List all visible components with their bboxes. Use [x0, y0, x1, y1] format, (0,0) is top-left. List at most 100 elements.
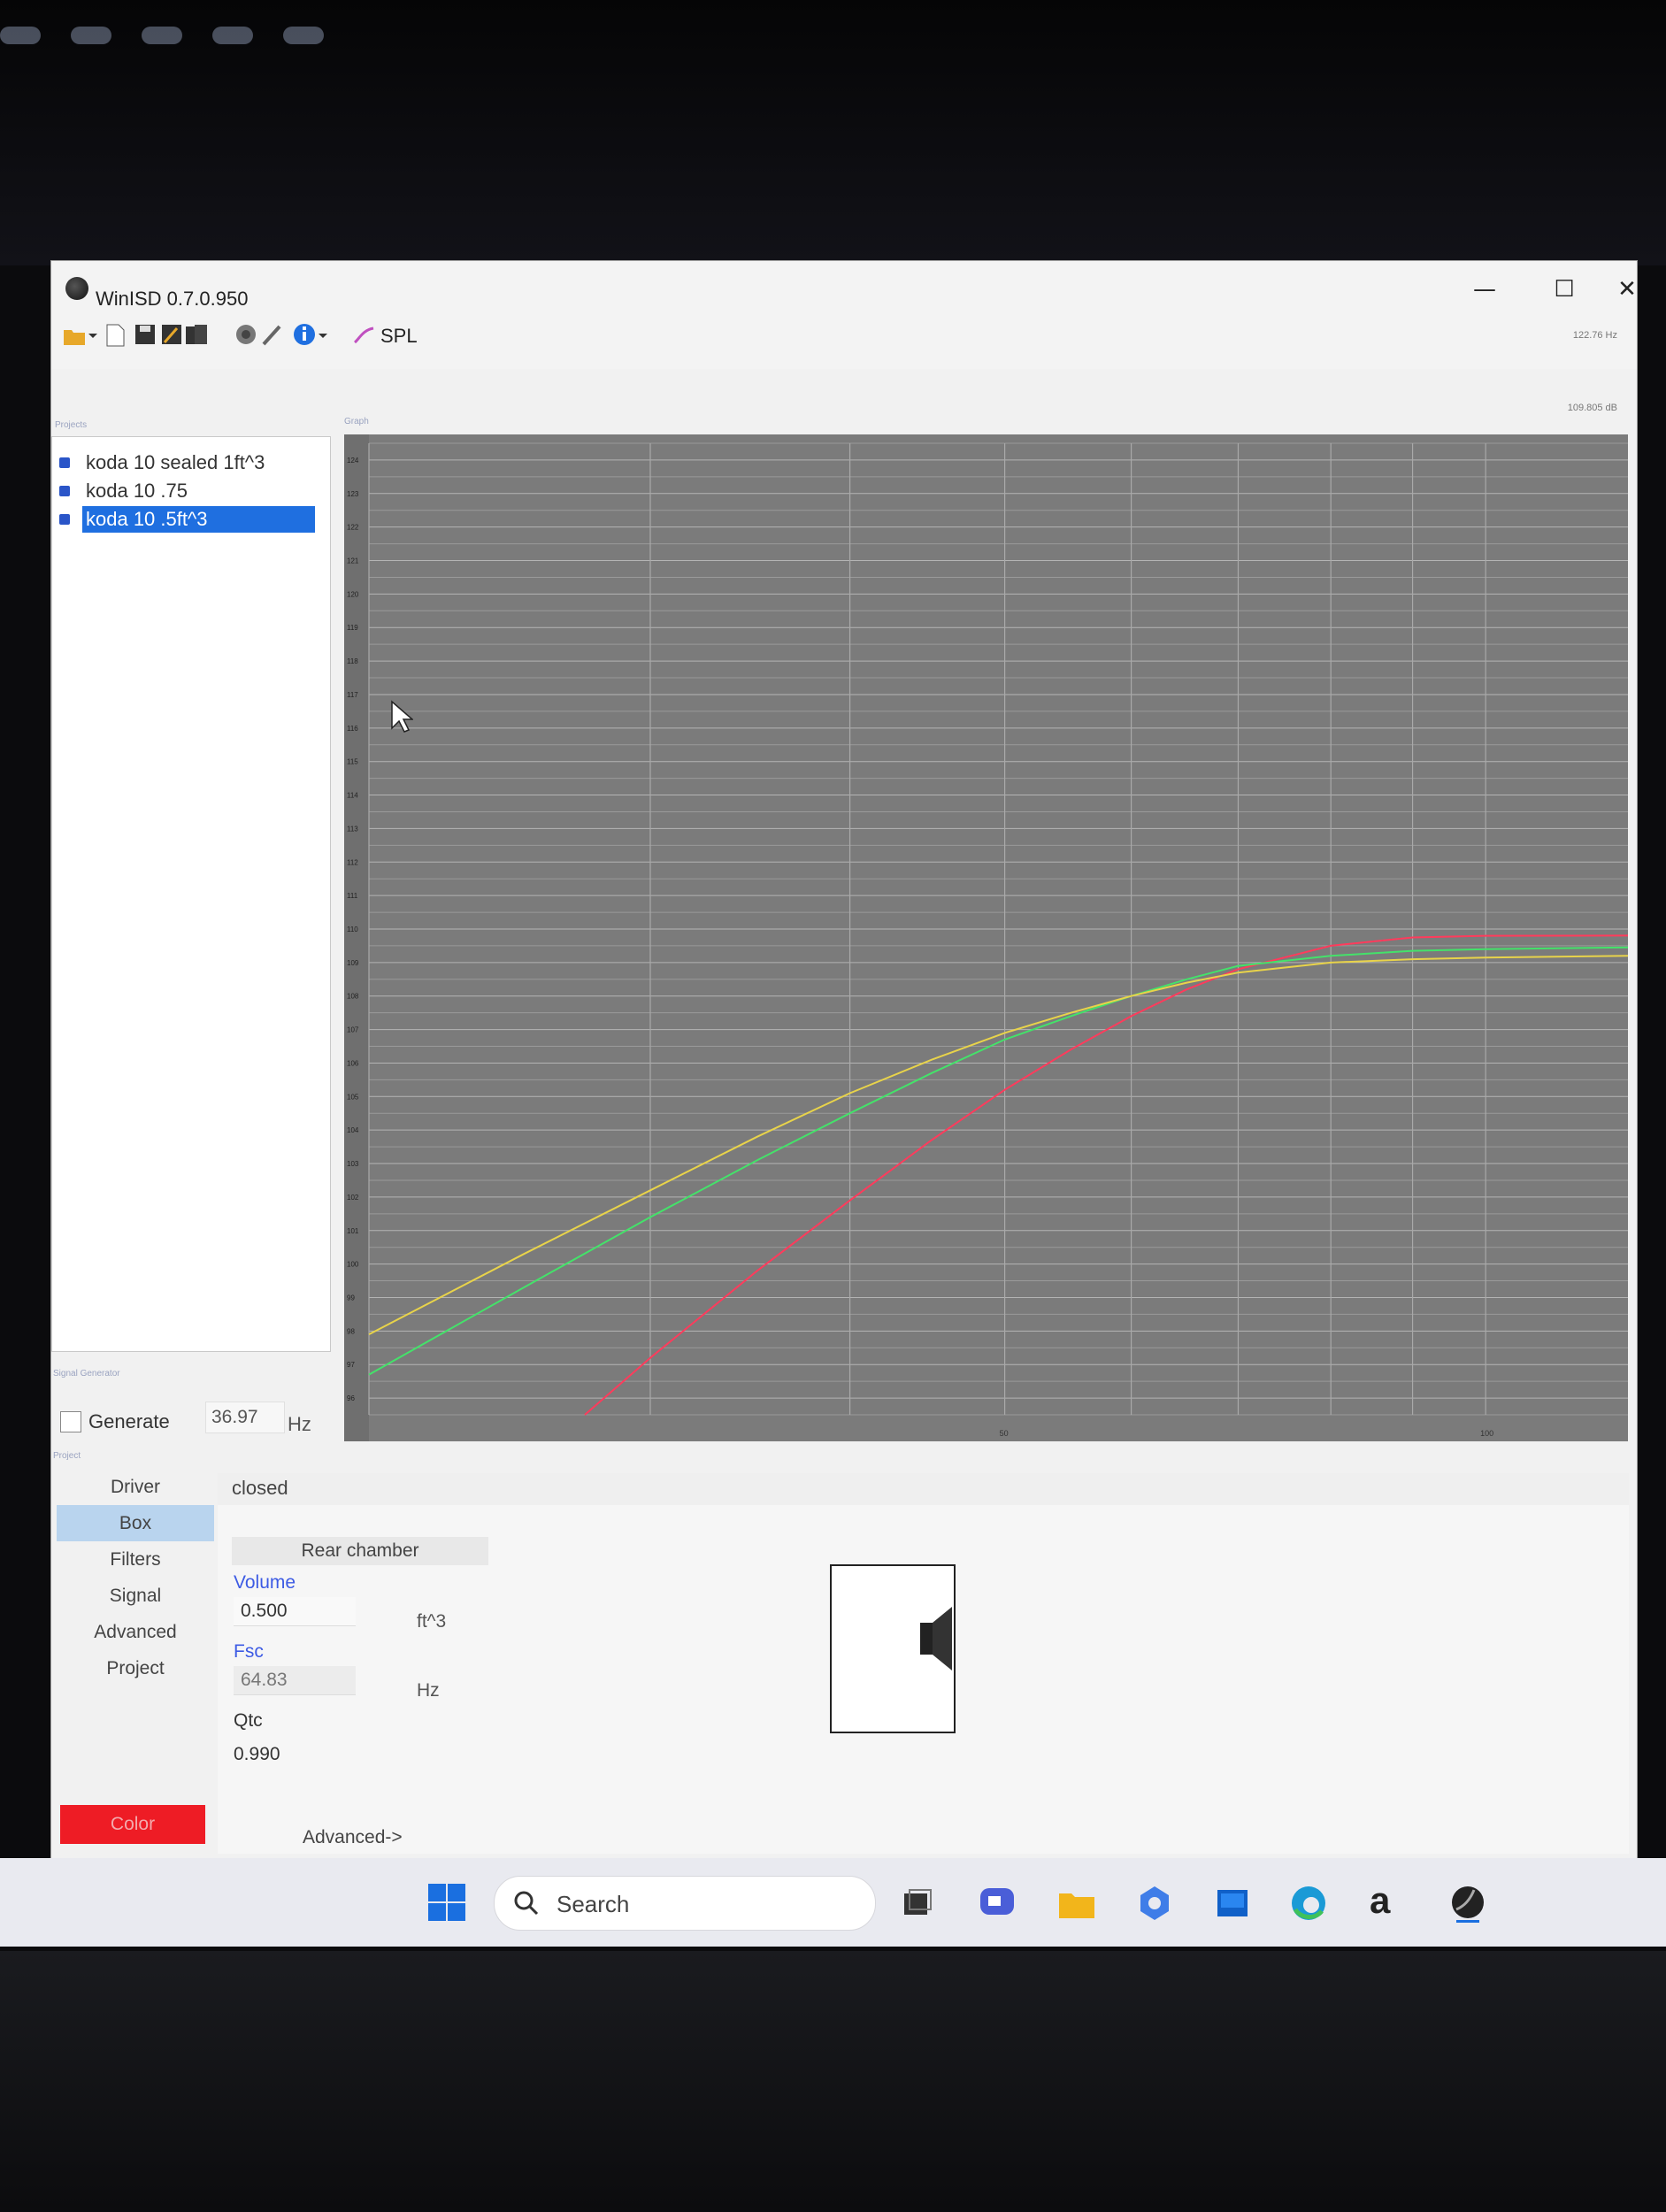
project-item[interactable]: koda 10 sealed 1ft^3 — [59, 449, 268, 476]
nav-project[interactable]: Project — [57, 1650, 214, 1686]
speaker-driver-icon — [920, 1607, 952, 1671]
windows-start-icon[interactable] — [426, 1882, 467, 1923]
box-panel: closed Rear chamber Volume 0.500 ft^3 Fs… — [218, 1473, 1629, 1854]
projects-list[interactable]: koda 10 sealed 1ft^3 koda 10 .75 koda 10… — [51, 436, 331, 1352]
project-checkbox[interactable] — [59, 486, 70, 496]
minimize-button[interactable]: — — [1458, 272, 1511, 307]
x-tick-label: 100 — [1480, 1429, 1493, 1438]
y-tick-label: 106 — [347, 1059, 359, 1067]
project-item[interactable]: koda 10 .75 — [59, 478, 191, 504]
y-tick-label: 115 — [347, 758, 358, 766]
graph-type-select[interactable]: SPL — [380, 325, 418, 348]
y-tick-label: 105 — [347, 1093, 359, 1101]
project-label: koda 10 .5ft^3 — [82, 506, 315, 533]
project-checkbox[interactable] — [59, 514, 70, 525]
save-as-icon[interactable] — [159, 321, 184, 348]
monitor-bezel — [0, 0, 1666, 265]
generate-checkbox[interactable] — [60, 1411, 81, 1432]
y-tick-label: 124 — [347, 457, 359, 465]
volume-unit: ft^3 — [417, 1611, 447, 1632]
graph-group-label: Graph — [344, 417, 369, 426]
volume-label: Volume — [234, 1572, 296, 1593]
advanced-link[interactable]: Advanced-> — [303, 1827, 403, 1848]
maximize-button[interactable]: ☐ — [1538, 272, 1591, 307]
save-icon[interactable] — [133, 321, 157, 348]
save-all-icon[interactable] — [184, 321, 209, 348]
y-tick-label: 119 — [347, 624, 358, 632]
spl-graph[interactable]: 96 97 98 99 100 101 102 103 104 105 106 107 108 109 11… — [344, 434, 1628, 1441]
y-tick-label: 122 — [347, 524, 359, 532]
box-type-select[interactable]: closed — [218, 1473, 1629, 1505]
y-axis-strip — [344, 434, 369, 1441]
generator-frequency-input[interactable]: 36.97 — [205, 1402, 285, 1433]
info-icon[interactable] — [292, 321, 317, 348]
rear-chamber-tab[interactable]: Rear chamber — [232, 1537, 488, 1565]
info-dropdown-icon[interactable] — [317, 321, 329, 348]
new-file-icon[interactable] — [103, 321, 127, 348]
blurred-taskbar-icons — [0, 27, 324, 44]
y-tick-label: 118 — [347, 657, 358, 665]
amazon-icon[interactable]: a — [1370, 1882, 1410, 1924]
box-diagram — [830, 1564, 956, 1733]
generate-row[interactable]: Generate — [60, 1402, 170, 1441]
windows-taskbar: Search a — [0, 1858, 1666, 1947]
generate-label: Generate — [88, 1410, 170, 1432]
y-tick-label: 99 — [347, 1294, 355, 1302]
y-tick-label: 100 — [347, 1261, 359, 1269]
title-bar: WinISD 0.7.0.950 — ☐ ✕ — [51, 261, 1637, 310]
y-tick-label: 111 — [347, 892, 358, 900]
open-folder-icon[interactable] — [62, 321, 87, 348]
close-button[interactable]: ✕ — [1617, 272, 1637, 307]
fsc-label: Fsc — [234, 1641, 264, 1662]
y-tick-label: 102 — [347, 1194, 359, 1202]
y-tick-label: 123 — [347, 490, 359, 498]
chat-icon[interactable] — [977, 1883, 1017, 1924]
winisd-window: WinISD 0.7.0.950 — ☐ ✕ SPL 122.76 Hz 109… — [50, 260, 1638, 1860]
task-view-icon[interactable] — [897, 1883, 938, 1924]
y-tick-label: 114 — [347, 792, 358, 800]
chart-background — [344, 434, 1628, 1441]
y-tick-label: 121 — [347, 557, 359, 565]
y-tick-label: 112 — [347, 858, 358, 866]
window-title: WinISD 0.7.0.950 — [96, 288, 249, 310]
nav-box[interactable]: Box — [57, 1505, 214, 1541]
project-checkbox[interactable] — [59, 457, 70, 468]
edge-icon[interactable] — [1288, 1883, 1329, 1924]
fsc-unit: Hz — [417, 1680, 440, 1701]
nav-driver[interactable]: Driver — [57, 1469, 214, 1505]
project-label: koda 10 .75 — [86, 480, 188, 502]
y-tick-label: 110 — [347, 926, 358, 933]
y-tick-label: 98 — [347, 1327, 355, 1335]
spl-graph-icon — [353, 326, 374, 344]
box-type-value: closed — [232, 1477, 288, 1499]
y-tick-label: 113 — [347, 825, 358, 833]
nav-signal[interactable]: Signal — [57, 1578, 214, 1614]
mouse-cursor-icon — [391, 700, 413, 733]
color-button[interactable]: Color — [60, 1805, 205, 1844]
winisd-app-icon — [65, 277, 88, 300]
y-tick-label: 116 — [347, 725, 358, 733]
file-explorer-icon[interactable] — [1056, 1883, 1097, 1924]
y-tick-label: 101 — [347, 1227, 359, 1235]
qtc-label: Qtc — [234, 1710, 263, 1731]
y-tick-label: 96 — [347, 1394, 355, 1402]
project-label: koda 10 sealed 1ft^3 — [86, 451, 265, 473]
driver-icon[interactable] — [234, 321, 258, 348]
y-tick-label: 97 — [347, 1361, 355, 1369]
copilot-icon[interactable] — [1134, 1883, 1175, 1924]
tools-icon[interactable] — [260, 321, 285, 348]
nav-filters[interactable]: Filters — [57, 1541, 214, 1578]
projects-group-label: Projects — [55, 420, 88, 430]
spl-chart[interactable]: 96 97 98 99 100 101 102 103 104 105 106 107 108 109 11… — [344, 434, 1628, 1441]
volume-input[interactable]: 0.500 — [234, 1597, 356, 1626]
nav-advanced[interactable]: Advanced — [57, 1614, 214, 1650]
taskbar-search-box[interactable]: Search — [494, 1876, 876, 1931]
winisd-taskbar-icon[interactable] — [1447, 1883, 1488, 1924]
y-tick-label: 107 — [347, 1026, 359, 1034]
y-tick-label: 104 — [347, 1126, 359, 1134]
dropdown-arrow-icon[interactable] — [87, 321, 99, 348]
store-icon[interactable] — [1212, 1883, 1253, 1924]
x-tick-label: 50 — [1000, 1429, 1009, 1438]
project-item-selected[interactable]: koda 10 .5ft^3 — [59, 506, 315, 533]
signal-generator-group-label: Signal Generator — [53, 1369, 120, 1379]
